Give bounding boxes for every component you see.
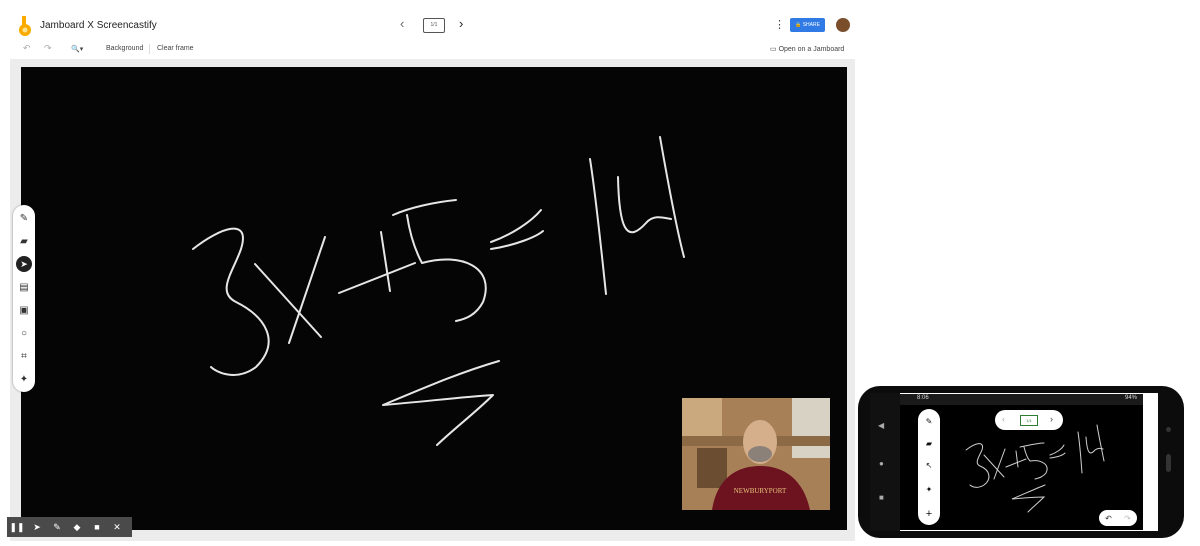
phone-frame-indicator[interactable]: 1/1 [1020, 415, 1038, 426]
prev-frame-button[interactable]: ‹ [400, 16, 404, 31]
stroke-5b [406, 214, 487, 322]
background-button[interactable]: Background [106, 45, 143, 52]
stroke-plus2 [380, 231, 391, 292]
share-button[interactable]: 🔒 SHARE [790, 18, 825, 32]
phone-laser-icon[interactable]: ✦ [918, 479, 940, 499]
phone-tool-rail: ✎ ▰ ↖ ✦ + [918, 409, 940, 525]
pen-icon[interactable]: ✎ [47, 517, 67, 537]
redo-icon[interactable]: ↷ [44, 43, 52, 54]
toolbar-divider [149, 44, 150, 54]
pause-icon[interactable]: ❚❚ [7, 517, 27, 537]
back-icon[interactable]: ◀ [878, 421, 884, 430]
phone-select-icon[interactable]: ↖ [918, 455, 940, 475]
cursor-icon[interactable]: ➤ [27, 517, 47, 537]
home-icon[interactable]: ● [879, 459, 884, 468]
phone-nav-bar: ◀ ● ■ [870, 393, 900, 531]
stroke-4b [659, 136, 685, 258]
stroke-arrow [382, 360, 500, 446]
more-menu-icon[interactable]: ⋮ [774, 18, 785, 31]
phone-redo-icon[interactable]: ↷ [1124, 514, 1131, 523]
stroke-plus1 [338, 262, 416, 294]
stroke-5a [392, 199, 457, 216]
phone-camera-icon [1166, 427, 1171, 432]
phone-eraser-icon[interactable]: ▰ [918, 433, 940, 453]
phone-undo-icon[interactable]: ↶ [1105, 514, 1112, 523]
camera-icon[interactable]: ■ [87, 517, 107, 537]
laser-icon[interactable]: ✦ [13, 369, 35, 389]
image-icon[interactable]: ▣ [13, 300, 35, 320]
svg-text:NEWBURYPORT: NEWBURYPORT [734, 487, 787, 495]
phone-time: 8:06 [917, 395, 929, 401]
phone-status-bar: 8:06 94% [900, 394, 1143, 405]
page-title: Jamboard X Screencastify [40, 20, 157, 31]
phone-frame-nav: ‹ 1/1 › [995, 410, 1063, 430]
stroke-1 [589, 158, 607, 295]
undo-icon[interactable]: ↶ [23, 43, 31, 54]
phone-prev-icon[interactable]: ‹ [1002, 414, 1005, 424]
stroke-x2 [288, 236, 326, 344]
clear-frame-button[interactable]: Clear frame [157, 45, 194, 52]
phone-undo-redo: ↶ ↷ [1099, 510, 1137, 526]
circle-icon[interactable]: ○ [13, 323, 35, 343]
webcam-overlay: NEWBURYPORT [682, 398, 830, 510]
text-box-icon[interactable]: ⌗ [13, 346, 35, 366]
eraser-icon[interactable]: ▰ [13, 231, 35, 251]
jamboard-logo [19, 16, 31, 36]
eraser-icon[interactable]: ◆ [67, 517, 87, 537]
phone-pen-icon[interactable]: ✎ [918, 411, 940, 431]
phone-battery: 94% [1124, 395, 1137, 401]
avatar[interactable] [836, 18, 850, 32]
recorder-toolbar: ❚❚ ➤ ✎ ◆ ■ ✕ [7, 517, 132, 537]
sticky-note-icon[interactable]: ▤ [13, 277, 35, 297]
stroke-3 [192, 227, 270, 376]
phone-next-icon[interactable]: › [1050, 414, 1053, 424]
pen-icon[interactable]: ✎ [13, 208, 35, 228]
close-icon[interactable]: ✕ [107, 517, 127, 537]
phone-add-icon[interactable]: + [918, 504, 940, 524]
zoom-icon[interactable]: 🔍▾ [71, 45, 83, 53]
next-frame-button[interactable]: › [459, 16, 463, 31]
open-label: Open on a Jamboard [778, 46, 845, 53]
stroke-4a [617, 176, 672, 234]
webcam-image: NEWBURYPORT [682, 398, 830, 510]
tool-rail: ✎ ▰ ➤ ▤ ▣ ○ ⌗ ✦ [13, 205, 35, 392]
open-on-jamboard-button[interactable]: ▭ Open on a Jamboard [770, 45, 844, 53]
recents-icon[interactable]: ■ [879, 493, 884, 502]
share-label: SHARE [802, 22, 820, 28]
frame-indicator[interactable]: 1/1 [423, 18, 445, 33]
phone-button [1166, 454, 1171, 472]
select-icon[interactable]: ➤ [13, 254, 35, 274]
